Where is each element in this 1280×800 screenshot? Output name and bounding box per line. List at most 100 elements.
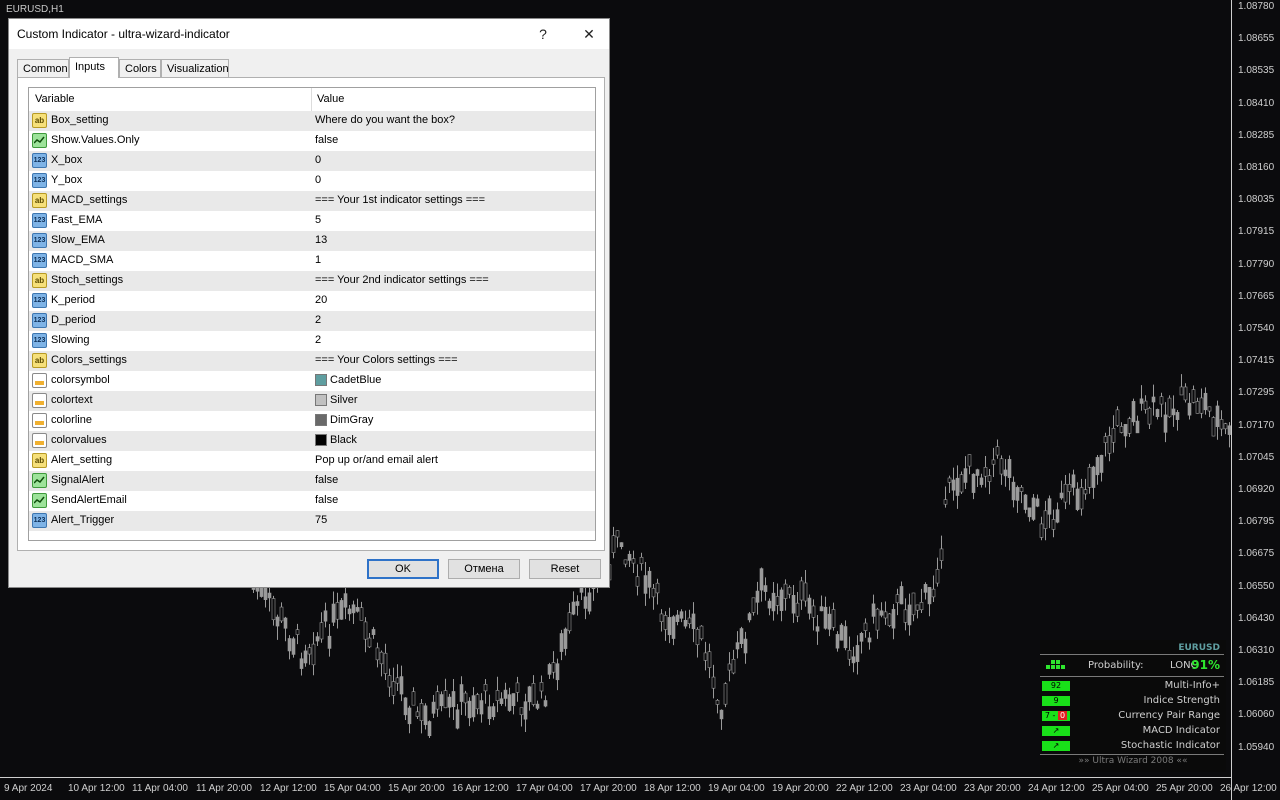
param-value[interactable]: 2 bbox=[315, 314, 321, 326]
param-row-sendalertemail[interactable]: SendAlertEmail false bbox=[29, 491, 595, 511]
candle-body bbox=[895, 594, 900, 604]
param-name: Slow_EMA bbox=[51, 234, 105, 246]
time-tick-label: 17 Apr 04:00 bbox=[516, 783, 573, 794]
param-row-show-values-only[interactable]: Show.Values.Only false bbox=[29, 131, 595, 151]
param-value[interactable]: 0 bbox=[315, 154, 321, 166]
param-value[interactable]: Silver bbox=[315, 394, 358, 406]
param-row-stoch-settings[interactable]: ab Stoch_settings === Your 2nd indicator s… bbox=[29, 271, 595, 291]
param-value[interactable]: 2 bbox=[315, 334, 321, 346]
column-separator[interactable] bbox=[311, 88, 312, 111]
param-row-macd-settings[interactable]: ab MACD_settings === Your 1st indicator se… bbox=[29, 191, 595, 211]
color-type-icon bbox=[32, 433, 47, 448]
param-value[interactable]: === Your 1st indicator settings === bbox=[315, 194, 485, 206]
param-value[interactable]: 20 bbox=[315, 294, 327, 306]
param-row-colorsymbol[interactable]: colorsymbol CadetBlue bbox=[29, 371, 595, 391]
price-tick-label: 1.07540 bbox=[1238, 323, 1275, 334]
candle-body bbox=[1187, 402, 1192, 416]
param-row-slowing[interactable]: 123 Slowing 2 bbox=[29, 331, 595, 351]
candle-body bbox=[295, 629, 300, 635]
param-value[interactable]: false bbox=[315, 474, 338, 486]
param-value[interactable]: DimGray bbox=[315, 414, 373, 426]
candle-body bbox=[887, 613, 892, 626]
dialog-titlebar[interactable]: Custom Indicator - ultra-wizard-indicato… bbox=[9, 19, 609, 49]
candle-body bbox=[967, 454, 972, 467]
param-value-text: false bbox=[315, 134, 339, 146]
price-tick-label: 1.08410 bbox=[1238, 97, 1275, 109]
reset-button[interactable]: Reset bbox=[529, 559, 601, 579]
candle-body bbox=[527, 686, 532, 703]
candle-body bbox=[759, 568, 764, 591]
candle-body bbox=[291, 638, 296, 655]
param-value[interactable]: Pop up or/and email alert bbox=[315, 454, 438, 466]
param-value[interactable]: false bbox=[315, 134, 338, 146]
candle-body bbox=[339, 600, 344, 620]
price-tick-label: 1.05940 bbox=[1238, 741, 1275, 753]
param-row-fast-ema[interactable]: 123 Fast_EMA 5 bbox=[29, 211, 595, 231]
tab-common[interactable]: Common bbox=[17, 59, 69, 77]
param-value[interactable]: 1 bbox=[315, 254, 321, 266]
tab-colors[interactable]: Colors bbox=[119, 59, 161, 77]
param-row-alert-trigger[interactable]: 123 Alert_Trigger 75 bbox=[29, 511, 595, 531]
tab-inputs[interactable]: Inputs bbox=[69, 57, 119, 78]
candle-body bbox=[731, 659, 736, 674]
param-row-colorvalues[interactable]: colorvalues Black bbox=[29, 431, 595, 451]
param-value[interactable]: === Your Colors settings === bbox=[315, 354, 458, 366]
candle-body bbox=[1083, 489, 1088, 495]
candle-body bbox=[319, 622, 324, 640]
candle-body bbox=[939, 548, 944, 561]
param-value[interactable]: 75 bbox=[315, 514, 327, 526]
candle-body bbox=[1151, 396, 1156, 403]
candle-body bbox=[1135, 420, 1140, 434]
param-row-d-period[interactable]: 123 D_period 2 bbox=[29, 311, 595, 331]
param-row-y-box[interactable]: 123 Y_box 0 bbox=[29, 171, 595, 191]
candle-body bbox=[859, 632, 864, 642]
column-header-value[interactable]: Value bbox=[317, 93, 344, 105]
column-header-variable[interactable]: Variable bbox=[35, 93, 75, 105]
param-row-signalalert[interactable]: SignalAlert false bbox=[29, 471, 595, 491]
param-row-colors-settings[interactable]: ab Colors_settings === Your Colors setting… bbox=[29, 351, 595, 371]
ok-button[interactable]: OK bbox=[367, 559, 439, 579]
time-tick-label: 23 Apr 04:00 bbox=[900, 783, 957, 794]
param-row-colortext[interactable]: colortext Silver bbox=[29, 391, 595, 411]
param-value[interactable]: false bbox=[315, 494, 338, 506]
candle-body bbox=[419, 703, 424, 721]
integer-type-icon: 123 bbox=[32, 333, 47, 348]
time-tick-label: 12 Apr 12:00 bbox=[260, 783, 317, 794]
param-row-macd-sma[interactable]: 123 MACD_SMA 1 bbox=[29, 251, 595, 271]
candle-body bbox=[1035, 498, 1040, 507]
close-button[interactable]: ✕ bbox=[567, 19, 611, 49]
param-row-box-setting[interactable]: ab Box_setting Where do you want the box? bbox=[29, 111, 595, 131]
param-value[interactable]: Black bbox=[315, 434, 357, 446]
candle-body bbox=[1011, 481, 1016, 501]
param-row-colorline[interactable]: colorline DimGray bbox=[29, 411, 595, 431]
param-value[interactable]: === Your 2nd indicator settings === bbox=[315, 274, 489, 286]
param-row-slow-ema[interactable]: 123 Slow_EMA 13 bbox=[29, 231, 595, 251]
help-button[interactable]: ? bbox=[521, 19, 565, 49]
param-value[interactable]: Where do you want the box? bbox=[315, 114, 455, 126]
candle-body bbox=[391, 681, 396, 696]
badge-value-red: 0 bbox=[1057, 711, 1068, 720]
candle-body bbox=[415, 711, 420, 717]
param-value[interactable]: 0 bbox=[315, 174, 321, 186]
param-value[interactable]: 13 bbox=[315, 234, 327, 246]
inputs-grid[interactable]: Variable Value ab Box_setting Where do you… bbox=[28, 87, 596, 541]
tab-visualization[interactable]: Visualization bbox=[161, 59, 229, 77]
cancel-button[interactable]: Отмена bbox=[448, 559, 520, 579]
candle-body bbox=[823, 606, 828, 629]
candle-body bbox=[667, 617, 672, 636]
param-row-k-period[interactable]: 123 K_period 20 bbox=[29, 291, 595, 311]
param-value-text: === Your 2nd indicator settings === bbox=[315, 274, 489, 286]
param-value-text: false bbox=[315, 494, 339, 506]
candle-body bbox=[475, 694, 480, 710]
candle-body bbox=[407, 707, 412, 725]
candle-body bbox=[503, 689, 508, 699]
candle-body bbox=[951, 479, 956, 491]
param-value[interactable]: 5 bbox=[315, 214, 321, 226]
candle-body bbox=[819, 606, 824, 612]
param-row-x-box[interactable]: 123 X_box 0 bbox=[29, 151, 595, 171]
candle-body bbox=[1127, 418, 1132, 434]
inputs-panel: Variable Value ab Box_setting Where do you… bbox=[17, 77, 605, 551]
param-row-alert-setting[interactable]: ab Alert_setting Pop up or/and email alert bbox=[29, 451, 595, 471]
candle-body bbox=[531, 683, 536, 705]
param-value[interactable]: CadetBlue bbox=[315, 374, 381, 386]
